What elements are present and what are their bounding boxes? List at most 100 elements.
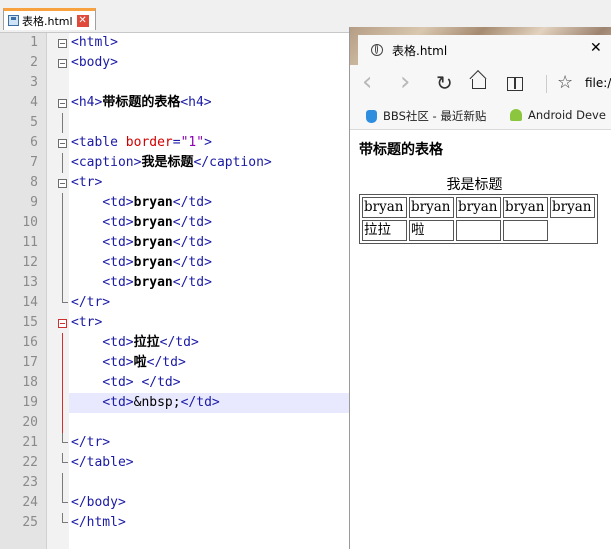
editor-tab-label: 表格.html xyxy=(22,14,73,28)
code-line[interactable]: 15 <tr> xyxy=(0,313,350,333)
code-token-tag: = xyxy=(172,135,181,150)
code-line[interactable]: 19 <td>&nbsp;</td> xyxy=(0,393,350,413)
fold-guide xyxy=(62,353,63,373)
browser-window: 表格.html ✕ ‹ › ↻ ☆ file:/ BBS社区 - 最近新贴 An… xyxy=(349,27,611,549)
code-line[interactable]: 9 <td>bryan</td> xyxy=(0,193,350,213)
code-token-tag: <tr> xyxy=(71,315,103,330)
code-text: </tr> xyxy=(71,433,110,453)
fold-guide xyxy=(62,253,63,273)
fold-toggle-icon[interactable] xyxy=(58,319,67,328)
code-token-tag: </tr> xyxy=(71,435,111,450)
code-line[interactable]: 18 <td> </td> xyxy=(0,373,350,393)
code-line[interactable]: 13 <td>bryan</td> xyxy=(0,273,350,293)
code-token-tag: </td> xyxy=(159,335,199,350)
fold-toggle-icon[interactable] xyxy=(58,139,67,148)
line-number: 6 xyxy=(30,135,38,150)
fold-guide xyxy=(62,273,63,293)
favorite-android[interactable]: Android Deve xyxy=(510,108,606,122)
bbs-icon xyxy=(366,109,377,123)
table-cell: bryan xyxy=(362,197,407,218)
code-line[interactable]: 22 </table> xyxy=(0,453,350,473)
code-text: <td>bryan</td> xyxy=(71,213,212,233)
line-number: 22 xyxy=(22,455,38,470)
code-line[interactable]: 5 xyxy=(0,113,350,133)
code-text: <tr> xyxy=(71,173,102,193)
close-browser-tab-icon[interactable]: ✕ xyxy=(590,40,602,56)
fold-end-marker xyxy=(62,513,68,523)
code-token-tag: </td> xyxy=(146,355,186,370)
code-line[interactable]: 20 xyxy=(0,413,350,433)
code-line[interactable]: 24 </body> xyxy=(0,493,350,513)
code-line[interactable]: 4 <h4>带标题的表格<h4> xyxy=(0,93,350,113)
code-line[interactable]: 21 </tr> xyxy=(0,433,350,453)
code-line[interactable]: 25 </html> xyxy=(0,513,350,533)
forward-icon[interactable]: › xyxy=(400,69,410,95)
code-token-tag: </td> xyxy=(172,235,212,250)
back-icon[interactable]: ‹ xyxy=(362,69,372,95)
code-token-text: 拉拉 xyxy=(133,335,160,350)
editor-tab-file[interactable]: 表格.html ✕ xyxy=(3,8,96,30)
code-line[interactable]: 10 <td>bryan</td> xyxy=(0,213,350,233)
fold-guide xyxy=(62,473,63,493)
fold-guide xyxy=(62,113,63,133)
code-editor[interactable]: 1 <html> 2 <body> 3 4 <h4>带标题的表格<h4> 5 6 <table b… xyxy=(0,33,350,549)
code-token-tag: <td> xyxy=(102,215,134,230)
code-line[interactable]: 12 <td>bryan</td> xyxy=(0,253,350,273)
code-line[interactable]: 17 <td>啦</td> xyxy=(0,353,350,373)
line-number: 1 xyxy=(30,35,38,50)
fold-end-marker xyxy=(62,493,68,503)
code-token-text: 啦 xyxy=(133,355,147,370)
code-text: <table border="1"> xyxy=(71,133,212,153)
table-row: 拉拉啦 xyxy=(362,220,595,241)
code-text: <td>bryan</td> xyxy=(71,193,212,213)
code-line[interactable]: 3 xyxy=(0,73,350,93)
browser-toolbar: ‹ › ↻ ☆ file:/ xyxy=(350,65,611,103)
code-line[interactable]: 16 <td>拉拉</td> xyxy=(0,333,350,353)
code-token-tag: </td> xyxy=(180,395,220,410)
fold-toggle-icon[interactable] xyxy=(58,99,67,108)
address-bar[interactable]: file:/ xyxy=(585,76,611,90)
code-line[interactable]: 6 <table border="1"> xyxy=(0,133,350,153)
refresh-icon[interactable]: ↻ xyxy=(436,73,453,93)
code-line[interactable]: 2 <body> xyxy=(0,53,350,73)
line-number: 11 xyxy=(22,235,38,250)
code-line[interactable]: 11 <td>bryan</td> xyxy=(0,233,350,253)
code-token-text: 带标题的表格 xyxy=(102,95,181,110)
table-caption: 我是标题 xyxy=(446,177,503,193)
table-cell: bryan xyxy=(550,197,595,218)
favorite-bbs[interactable]: BBS社区 - 最近新贴 xyxy=(366,108,486,124)
code-text: <tr> xyxy=(71,313,102,333)
home-icon[interactable] xyxy=(472,79,486,89)
favorite-bbs-label: BBS社区 - 最近新贴 xyxy=(383,109,487,123)
fold-guide xyxy=(62,373,63,393)
table-cell: 啦 xyxy=(409,220,454,241)
fold-toggle-icon[interactable] xyxy=(58,59,67,68)
code-line[interactable]: 1 <html> xyxy=(0,33,350,53)
fold-toggle-icon[interactable] xyxy=(58,179,67,188)
code-token-text: 我是标题 xyxy=(141,155,194,170)
code-token-tag: </td> xyxy=(172,275,212,290)
line-number: 13 xyxy=(22,275,38,290)
code-text: </table> xyxy=(71,453,134,473)
line-number: 19 xyxy=(22,395,38,410)
fold-guide xyxy=(62,193,63,213)
code-line[interactable]: 14 </tr> xyxy=(0,293,350,313)
code-line[interactable]: 7 <caption>我是标题</caption> xyxy=(0,153,350,173)
line-number: 8 xyxy=(30,175,38,190)
code-token-tag: </td> xyxy=(172,195,212,210)
line-number: 5 xyxy=(30,115,38,130)
fold-toggle-icon[interactable] xyxy=(58,39,67,48)
file-save-icon xyxy=(8,15,19,26)
favorite-star-icon[interactable]: ☆ xyxy=(557,74,573,92)
line-number: 9 xyxy=(30,195,38,210)
code-text: </tr> xyxy=(71,293,110,313)
code-line[interactable]: 8 <tr> xyxy=(0,173,350,193)
reading-view-icon[interactable] xyxy=(507,77,523,91)
code-line[interactable]: 23 xyxy=(0,473,350,493)
browser-tab[interactable]: 表格.html ✕ xyxy=(358,35,611,65)
close-tab-icon[interactable]: ✕ xyxy=(76,14,89,27)
code-text: <td>&nbsp;</td> xyxy=(71,393,220,413)
